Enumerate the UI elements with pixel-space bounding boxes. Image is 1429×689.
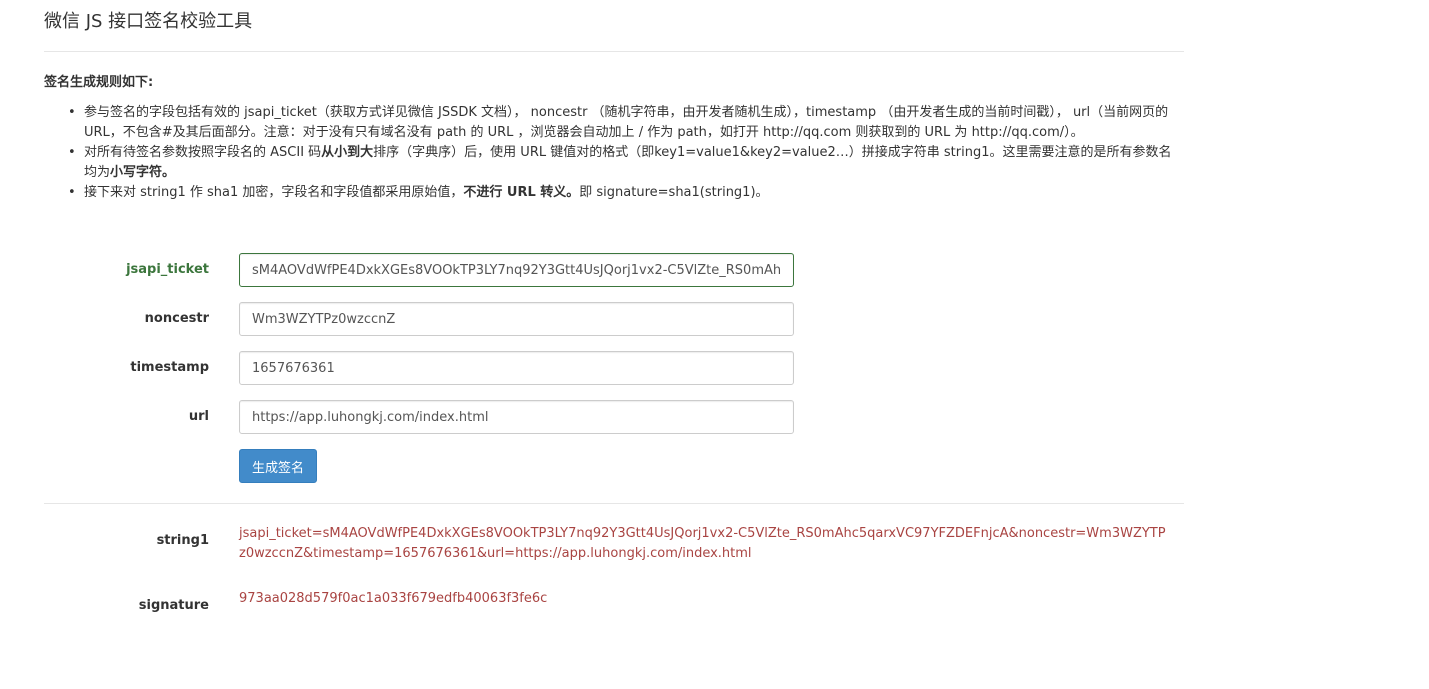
url-input[interactable] xyxy=(239,400,794,434)
rule-item-2-text-a: 对所有待签名参数按照字段名的 ASCII 码 xyxy=(84,145,322,160)
page-title: 微信 JS 接口签名校验工具 xyxy=(44,11,253,32)
noncestr-input[interactable] xyxy=(239,302,794,336)
timestamp-row: timestamp xyxy=(44,351,804,385)
jsapi-ticket-label: jsapi_ticket xyxy=(126,262,209,277)
rule-item-1-text: 参与签名的字段包括有效的 jsapi_ticket（获取方式详见微信 JSSDK… xyxy=(84,105,1169,140)
rule-item-3-text-a: 接下来对 string1 作 sha1 加密，字段名和字段值都采用原始值， xyxy=(84,185,464,200)
rules-heading: 签名生成规则如下: xyxy=(44,75,154,90)
signature-label: signature xyxy=(138,598,209,613)
timestamp-input[interactable] xyxy=(239,351,794,385)
noncestr-row: noncestr xyxy=(44,302,804,336)
header-divider xyxy=(44,51,1184,52)
noncestr-label: noncestr xyxy=(144,311,209,326)
url-label: url xyxy=(188,409,209,424)
rule-item-2-emphasis-b: 小写字符。 xyxy=(110,165,176,180)
string1-label: string1 xyxy=(156,533,209,548)
rule-item-2: 对所有待签名参数按照字段名的 ASCII 码从小到大排序（字典序）后，使用 UR… xyxy=(68,143,1184,183)
rule-item-2-emphasis-a: 从小到大 xyxy=(321,145,374,160)
string1-value: jsapi_ticket=sM4AOVdWfPE4DxkXGEs8VOOkTP3… xyxy=(239,526,1166,561)
url-row: url xyxy=(44,400,804,434)
rule-item-3-text-b: 即 signature=sha1(string1)。 xyxy=(579,185,769,200)
result-divider xyxy=(44,503,1184,504)
signature-value: 973aa028d579f0ac1a033f679edfb40063f3fe6c xyxy=(239,591,548,606)
jsapi-ticket-input[interactable] xyxy=(239,253,794,287)
rule-item-3: 接下来对 string1 作 sha1 加密，字段名和字段值都采用原始值，不进行… xyxy=(68,183,1184,203)
generate-signature-button[interactable]: 生成签名 xyxy=(239,449,318,483)
rule-item-1: 参与签名的字段包括有效的 jsapi_ticket（获取方式详见微信 JSSDK… xyxy=(68,103,1184,143)
rules-list: 参与签名的字段包括有效的 jsapi_ticket（获取方式详见微信 JSSDK… xyxy=(44,103,1184,203)
rule-item-3-emphasis: 不进行 URL 转义。 xyxy=(463,185,580,200)
jsapi-ticket-row: jsapi_ticket xyxy=(44,253,804,287)
timestamp-label: timestamp xyxy=(130,360,209,375)
